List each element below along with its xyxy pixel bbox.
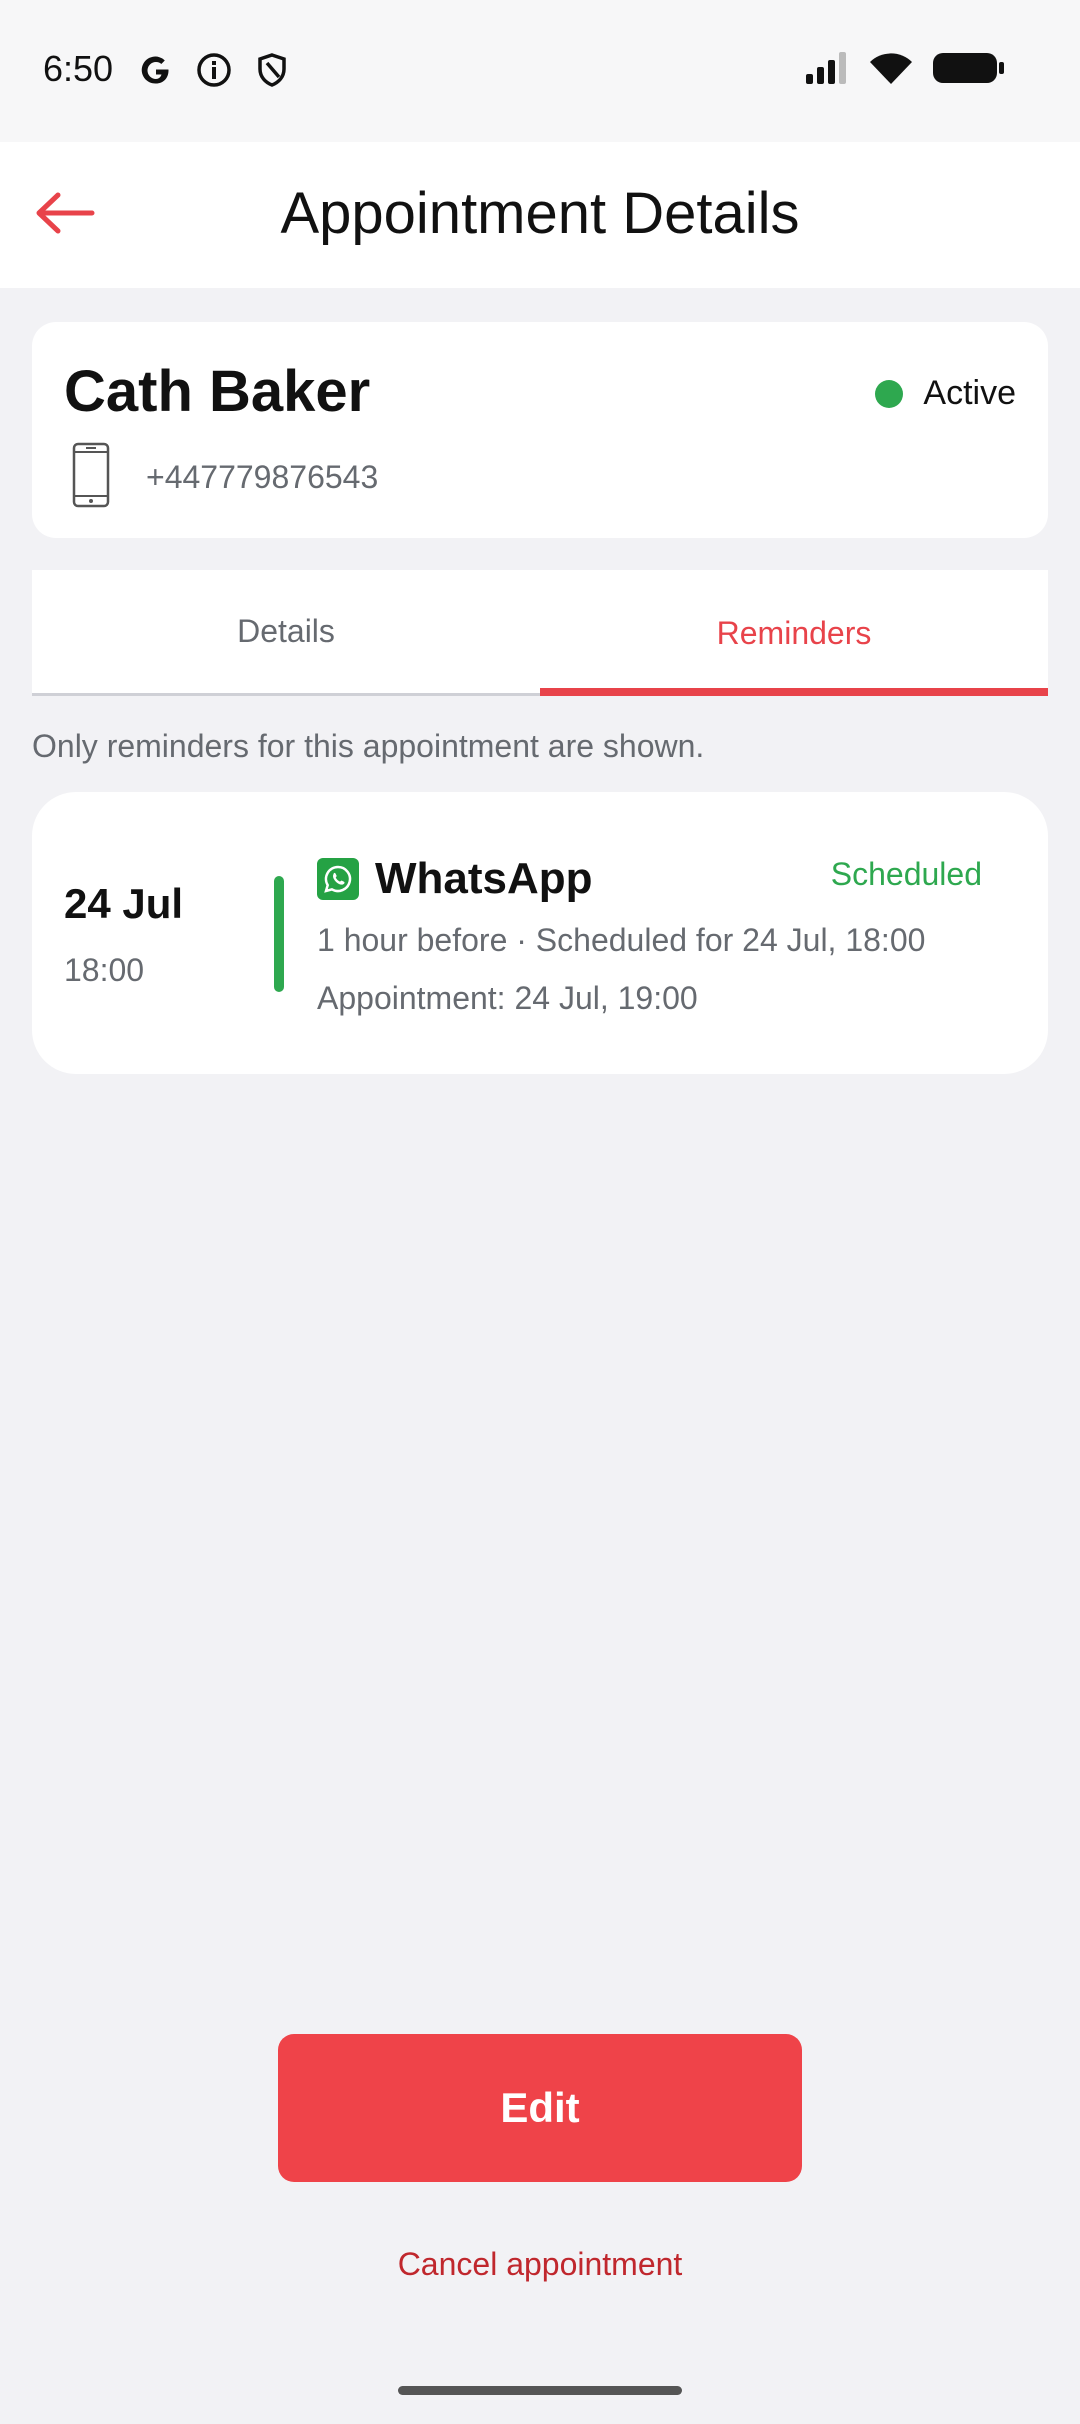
home-indicator[interactable] <box>398 2386 682 2395</box>
reminder-channel-row: WhatsApp <box>317 854 593 904</box>
status-icons-left <box>136 50 292 95</box>
edit-button[interactable]: Edit <box>278 2034 802 2182</box>
reminder-status: Scheduled <box>830 856 982 892</box>
phone-row[interactable]: +447779876543 <box>72 442 378 513</box>
tab-details[interactable]: Details <box>32 570 540 696</box>
whatsapp-icon <box>317 858 359 900</box>
reminders-note: Only reminders for this appointment are … <box>32 728 705 764</box>
phone-number: +447779876543 <box>146 459 379 495</box>
reminder-detail: 1 hour before · Scheduled for 24 Jul, 18… <box>317 922 926 958</box>
google-icon <box>136 50 176 95</box>
status-icons-right <box>804 50 1006 91</box>
tab-bar: Details Reminders <box>32 570 1048 696</box>
shield-icon <box>252 50 292 95</box>
battery-icon <box>932 50 1006 91</box>
reminder-card[interactable]: 24 Jul 18:00 WhatsApp Scheduled 1 hour b… <box>32 792 1048 1074</box>
status-dot <box>875 379 904 408</box>
reminder-appointment: Appointment: 24 Jul, 19:00 <box>317 980 698 1016</box>
app-header: Appointment Details <box>0 142 1080 288</box>
client-name: Cath Baker <box>64 359 371 424</box>
smartphone-icon <box>72 442 110 513</box>
reminder-time: 18:00 <box>64 952 145 988</box>
info-icon <box>194 50 234 95</box>
signal-icon <box>804 50 850 91</box>
status-badge: Active <box>875 374 1016 413</box>
reminder-channel: WhatsApp <box>375 854 593 903</box>
status-bar: 6:50 <box>0 0 1080 142</box>
status-label: Active <box>923 374 1016 412</box>
wifi-icon <box>868 50 914 91</box>
reminder-date: 24 Jul <box>64 880 184 927</box>
page-title: Appointment Details <box>280 181 800 246</box>
reminder-status-bar <box>274 876 284 992</box>
tab-reminders[interactable]: Reminders <box>540 570 1048 696</box>
client-card: Cath Baker Active +447779876543 <box>32 322 1048 538</box>
status-time: 6:50 <box>43 48 114 89</box>
cancel-appointment-link[interactable]: Cancel appointment <box>0 2246 1080 2283</box>
